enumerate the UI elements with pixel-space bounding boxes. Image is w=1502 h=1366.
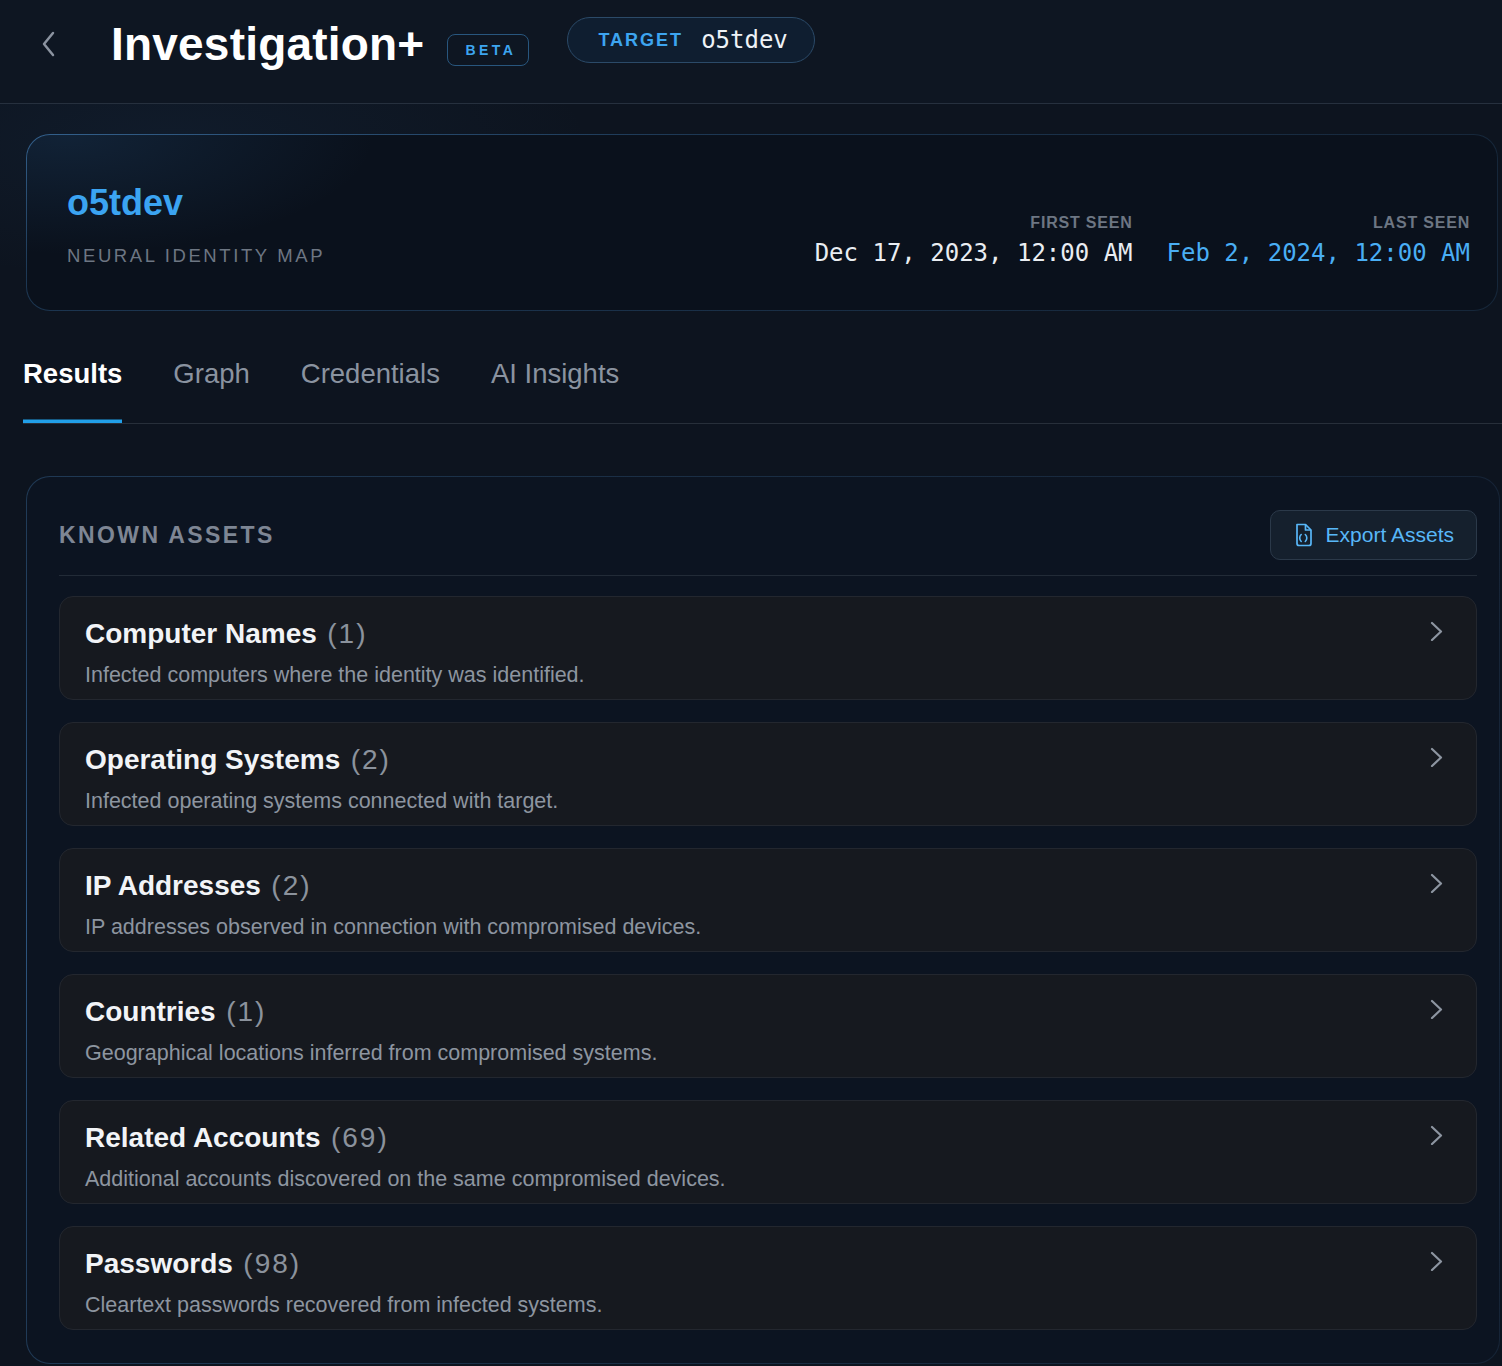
asset-item-computer-names[interactable]: Computer Names (1) Infected computers wh… [59, 596, 1477, 700]
asset-title-row: Passwords (98) [85, 1248, 1476, 1284]
asset-description: IP addresses observed in connection with… [85, 915, 1476, 940]
tab-graph[interactable]: Graph [173, 358, 249, 423]
asset-item-ip-addresses[interactable]: IP Addresses (2) IP addresses observed i… [59, 848, 1477, 952]
asset-title: Computer Names [85, 618, 317, 649]
chevron-right-icon [1426, 999, 1446, 1019]
panel-header: KNOWN ASSETS Export Assets [59, 510, 1477, 560]
asset-count: (2) [271, 870, 311, 901]
target-chip: TARGET o5tdev [567, 17, 814, 63]
asset-count: (1) [327, 618, 367, 649]
asset-item-passwords[interactable]: Passwords (98) Cleartext passwords recov… [59, 1226, 1477, 1330]
asset-count: (1) [226, 996, 266, 1027]
tab-bar: Results Graph Credentials AI Insights [23, 311, 1502, 424]
last-seen-block: LAST SEEN Feb 2, 2024, 12:00 AM [1167, 214, 1470, 267]
identity-info: o5tdev NEURAL IDENTITY MAP [67, 135, 325, 310]
chevron-right-icon [1426, 747, 1446, 767]
asset-count: (2) [351, 744, 391, 775]
chevron-right-icon [1426, 621, 1446, 641]
asset-title-row: Related Accounts (69) [85, 1122, 1476, 1158]
asset-title-row: Operating Systems (2) [85, 744, 1476, 780]
chevron-right-icon [1426, 1125, 1446, 1145]
last-seen-label: LAST SEEN [1167, 214, 1470, 232]
target-chip-label: TARGET [598, 30, 683, 51]
asset-description: Cleartext passwords recovered from infec… [85, 1293, 1476, 1318]
tab-credentials[interactable]: Credentials [301, 358, 440, 423]
chevron-right-icon [1426, 873, 1446, 893]
beta-badge: BETA [447, 34, 529, 66]
asset-item-related-accounts[interactable]: Related Accounts (69) Additional account… [59, 1100, 1477, 1204]
identity-name: o5tdev [67, 185, 325, 221]
first-seen-block: FIRST SEEN Dec 17, 2023, 12:00 AM [815, 214, 1133, 267]
first-seen-label: FIRST SEEN [815, 214, 1133, 232]
back-button[interactable] [40, 29, 58, 59]
identity-subtitle: NEURAL IDENTITY MAP [67, 245, 325, 267]
asset-description: Additional accounts discovered on the sa… [85, 1167, 1476, 1192]
chevron-right-icon [1426, 1251, 1446, 1271]
target-chip-value: o5tdev [701, 26, 788, 54]
panel-title: KNOWN ASSETS [59, 522, 275, 549]
asset-title: Operating Systems [85, 744, 340, 775]
identity-summary-card: o5tdev NEURAL IDENTITY MAP FIRST SEEN De… [26, 134, 1498, 311]
last-seen-value: Feb 2, 2024, 12:00 AM [1167, 239, 1470, 267]
asset-title: Countries [85, 996, 216, 1027]
asset-description: Geographical locations inferred from com… [85, 1041, 1476, 1066]
tab-results[interactable]: Results [23, 358, 122, 423]
tab-ai-insights[interactable]: AI Insights [491, 358, 619, 423]
asset-title: Passwords [85, 1248, 233, 1279]
seen-dates: FIRST SEEN Dec 17, 2023, 12:00 AM LAST S… [815, 135, 1470, 310]
app-header: Investigation+ BETA TARGET o5tdev [0, 0, 1502, 104]
asset-title: IP Addresses [85, 870, 261, 901]
asset-list: Computer Names (1) Infected computers wh… [59, 596, 1477, 1330]
panel-divider [59, 575, 1477, 576]
asset-description: Infected operating systems connected wit… [85, 789, 1476, 814]
chevron-left-icon [40, 29, 58, 59]
asset-description: Infected computers where the identity wa… [85, 663, 1476, 688]
asset-title-row: IP Addresses (2) [85, 870, 1476, 906]
export-file-icon [1293, 523, 1313, 547]
asset-item-countries[interactable]: Countries (1) Geographical locations inf… [59, 974, 1477, 1078]
asset-title-row: Countries (1) [85, 996, 1476, 1032]
export-assets-button[interactable]: Export Assets [1270, 510, 1477, 560]
asset-title: Related Accounts [85, 1122, 320, 1153]
first-seen-value: Dec 17, 2023, 12:00 AM [815, 239, 1133, 267]
page-title: Investigation+ [111, 17, 424, 71]
asset-title-row: Computer Names (1) [85, 618, 1476, 654]
asset-count: (69) [331, 1122, 389, 1153]
asset-item-operating-systems[interactable]: Operating Systems (2) Infected operating… [59, 722, 1477, 826]
export-assets-label: Export Assets [1326, 523, 1454, 547]
asset-count: (98) [243, 1248, 301, 1279]
known-assets-panel: KNOWN ASSETS Export Assets Computer Name… [26, 476, 1500, 1364]
